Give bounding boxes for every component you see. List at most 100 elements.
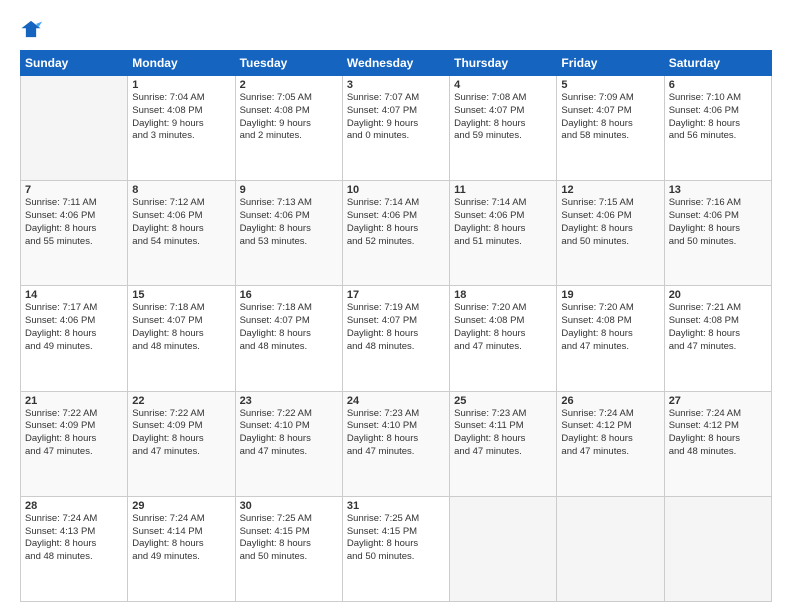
weekday-header-saturday: Saturday bbox=[664, 51, 771, 76]
calendar-cell: 13Sunrise: 7:16 AM Sunset: 4:06 PM Dayli… bbox=[664, 181, 771, 286]
calendar-cell: 31Sunrise: 7:25 AM Sunset: 4:15 PM Dayli… bbox=[342, 496, 449, 601]
calendar-week-4: 21Sunrise: 7:22 AM Sunset: 4:09 PM Dayli… bbox=[21, 391, 772, 496]
day-number: 13 bbox=[669, 184, 767, 196]
day-number: 12 bbox=[561, 184, 659, 196]
day-number: 2 bbox=[240, 79, 338, 91]
calendar-cell: 11Sunrise: 7:14 AM Sunset: 4:06 PM Dayli… bbox=[450, 181, 557, 286]
day-number: 10 bbox=[347, 184, 445, 196]
day-info: Sunrise: 7:15 AM Sunset: 4:06 PM Dayligh… bbox=[561, 197, 659, 248]
calendar-cell: 9Sunrise: 7:13 AM Sunset: 4:06 PM Daylig… bbox=[235, 181, 342, 286]
calendar-cell bbox=[21, 76, 128, 181]
day-number: 16 bbox=[240, 289, 338, 301]
day-number: 20 bbox=[669, 289, 767, 301]
day-info: Sunrise: 7:12 AM Sunset: 4:06 PM Dayligh… bbox=[132, 197, 230, 248]
weekday-header-sunday: Sunday bbox=[21, 51, 128, 76]
day-number: 6 bbox=[669, 79, 767, 91]
day-info: Sunrise: 7:22 AM Sunset: 4:10 PM Dayligh… bbox=[240, 408, 338, 459]
weekday-header-wednesday: Wednesday bbox=[342, 51, 449, 76]
day-info: Sunrise: 7:13 AM Sunset: 4:06 PM Dayligh… bbox=[240, 197, 338, 248]
day-number: 22 bbox=[132, 395, 230, 407]
calendar-week-1: 1Sunrise: 7:04 AM Sunset: 4:08 PM Daylig… bbox=[21, 76, 772, 181]
calendar-cell: 6Sunrise: 7:10 AM Sunset: 4:06 PM Daylig… bbox=[664, 76, 771, 181]
calendar-cell: 12Sunrise: 7:15 AM Sunset: 4:06 PM Dayli… bbox=[557, 181, 664, 286]
day-number: 27 bbox=[669, 395, 767, 407]
calendar-cell: 2Sunrise: 7:05 AM Sunset: 4:08 PM Daylig… bbox=[235, 76, 342, 181]
calendar-cell: 17Sunrise: 7:19 AM Sunset: 4:07 PM Dayli… bbox=[342, 286, 449, 391]
day-info: Sunrise: 7:18 AM Sunset: 4:07 PM Dayligh… bbox=[240, 302, 338, 353]
calendar-week-2: 7Sunrise: 7:11 AM Sunset: 4:06 PM Daylig… bbox=[21, 181, 772, 286]
day-number: 7 bbox=[25, 184, 123, 196]
day-info: Sunrise: 7:25 AM Sunset: 4:15 PM Dayligh… bbox=[240, 513, 338, 564]
calendar-cell: 1Sunrise: 7:04 AM Sunset: 4:08 PM Daylig… bbox=[128, 76, 235, 181]
calendar-cell: 29Sunrise: 7:24 AM Sunset: 4:14 PM Dayli… bbox=[128, 496, 235, 601]
day-number: 8 bbox=[132, 184, 230, 196]
calendar-cell: 27Sunrise: 7:24 AM Sunset: 4:12 PM Dayli… bbox=[664, 391, 771, 496]
day-info: Sunrise: 7:14 AM Sunset: 4:06 PM Dayligh… bbox=[454, 197, 552, 248]
day-info: Sunrise: 7:10 AM Sunset: 4:06 PM Dayligh… bbox=[669, 92, 767, 143]
day-number: 1 bbox=[132, 79, 230, 91]
calendar-cell: 19Sunrise: 7:20 AM Sunset: 4:08 PM Dayli… bbox=[557, 286, 664, 391]
day-number: 21 bbox=[25, 395, 123, 407]
day-info: Sunrise: 7:04 AM Sunset: 4:08 PM Dayligh… bbox=[132, 92, 230, 143]
day-number: 3 bbox=[347, 79, 445, 91]
calendar-table: SundayMondayTuesdayWednesdayThursdayFrid… bbox=[20, 50, 772, 602]
weekday-header-tuesday: Tuesday bbox=[235, 51, 342, 76]
calendar-cell: 28Sunrise: 7:24 AM Sunset: 4:13 PM Dayli… bbox=[21, 496, 128, 601]
calendar-cell: 23Sunrise: 7:22 AM Sunset: 4:10 PM Dayli… bbox=[235, 391, 342, 496]
calendar-header-row: SundayMondayTuesdayWednesdayThursdayFrid… bbox=[21, 51, 772, 76]
day-number: 18 bbox=[454, 289, 552, 301]
day-info: Sunrise: 7:05 AM Sunset: 4:08 PM Dayligh… bbox=[240, 92, 338, 143]
header bbox=[20, 18, 772, 40]
calendar-cell: 8Sunrise: 7:12 AM Sunset: 4:06 PM Daylig… bbox=[128, 181, 235, 286]
day-number: 24 bbox=[347, 395, 445, 407]
day-info: Sunrise: 7:24 AM Sunset: 4:14 PM Dayligh… bbox=[132, 513, 230, 564]
day-number: 17 bbox=[347, 289, 445, 301]
calendar-cell: 26Sunrise: 7:24 AM Sunset: 4:12 PM Dayli… bbox=[557, 391, 664, 496]
day-number: 28 bbox=[25, 500, 123, 512]
weekday-header-monday: Monday bbox=[128, 51, 235, 76]
day-info: Sunrise: 7:24 AM Sunset: 4:13 PM Dayligh… bbox=[25, 513, 123, 564]
calendar-cell: 7Sunrise: 7:11 AM Sunset: 4:06 PM Daylig… bbox=[21, 181, 128, 286]
calendar-cell: 21Sunrise: 7:22 AM Sunset: 4:09 PM Dayli… bbox=[21, 391, 128, 496]
day-info: Sunrise: 7:16 AM Sunset: 4:06 PM Dayligh… bbox=[669, 197, 767, 248]
calendar-cell: 16Sunrise: 7:18 AM Sunset: 4:07 PM Dayli… bbox=[235, 286, 342, 391]
calendar-cell bbox=[664, 496, 771, 601]
day-number: 11 bbox=[454, 184, 552, 196]
calendar-cell: 5Sunrise: 7:09 AM Sunset: 4:07 PM Daylig… bbox=[557, 76, 664, 181]
calendar-cell: 4Sunrise: 7:08 AM Sunset: 4:07 PM Daylig… bbox=[450, 76, 557, 181]
day-number: 23 bbox=[240, 395, 338, 407]
calendar-cell: 22Sunrise: 7:22 AM Sunset: 4:09 PM Dayli… bbox=[128, 391, 235, 496]
calendar-cell: 3Sunrise: 7:07 AM Sunset: 4:07 PM Daylig… bbox=[342, 76, 449, 181]
day-info: Sunrise: 7:24 AM Sunset: 4:12 PM Dayligh… bbox=[669, 408, 767, 459]
day-number: 14 bbox=[25, 289, 123, 301]
day-info: Sunrise: 7:22 AM Sunset: 4:09 PM Dayligh… bbox=[25, 408, 123, 459]
day-info: Sunrise: 7:24 AM Sunset: 4:12 PM Dayligh… bbox=[561, 408, 659, 459]
day-number: 4 bbox=[454, 79, 552, 91]
calendar-cell: 18Sunrise: 7:20 AM Sunset: 4:08 PM Dayli… bbox=[450, 286, 557, 391]
day-info: Sunrise: 7:21 AM Sunset: 4:08 PM Dayligh… bbox=[669, 302, 767, 353]
day-info: Sunrise: 7:17 AM Sunset: 4:06 PM Dayligh… bbox=[25, 302, 123, 353]
calendar-cell bbox=[557, 496, 664, 601]
calendar-cell: 14Sunrise: 7:17 AM Sunset: 4:06 PM Dayli… bbox=[21, 286, 128, 391]
calendar-cell: 20Sunrise: 7:21 AM Sunset: 4:08 PM Dayli… bbox=[664, 286, 771, 391]
calendar-cell: 10Sunrise: 7:14 AM Sunset: 4:06 PM Dayli… bbox=[342, 181, 449, 286]
day-number: 29 bbox=[132, 500, 230, 512]
calendar-cell: 30Sunrise: 7:25 AM Sunset: 4:15 PM Dayli… bbox=[235, 496, 342, 601]
day-number: 25 bbox=[454, 395, 552, 407]
calendar-cell: 15Sunrise: 7:18 AM Sunset: 4:07 PM Dayli… bbox=[128, 286, 235, 391]
day-number: 26 bbox=[561, 395, 659, 407]
logo bbox=[20, 18, 46, 40]
day-info: Sunrise: 7:14 AM Sunset: 4:06 PM Dayligh… bbox=[347, 197, 445, 248]
day-number: 5 bbox=[561, 79, 659, 91]
day-number: 15 bbox=[132, 289, 230, 301]
day-number: 9 bbox=[240, 184, 338, 196]
calendar-week-5: 28Sunrise: 7:24 AM Sunset: 4:13 PM Dayli… bbox=[21, 496, 772, 601]
day-info: Sunrise: 7:22 AM Sunset: 4:09 PM Dayligh… bbox=[132, 408, 230, 459]
calendar-cell: 24Sunrise: 7:23 AM Sunset: 4:10 PM Dayli… bbox=[342, 391, 449, 496]
day-number: 31 bbox=[347, 500, 445, 512]
logo-bird-icon bbox=[20, 18, 42, 40]
day-info: Sunrise: 7:25 AM Sunset: 4:15 PM Dayligh… bbox=[347, 513, 445, 564]
day-info: Sunrise: 7:20 AM Sunset: 4:08 PM Dayligh… bbox=[454, 302, 552, 353]
day-number: 30 bbox=[240, 500, 338, 512]
day-info: Sunrise: 7:19 AM Sunset: 4:07 PM Dayligh… bbox=[347, 302, 445, 353]
